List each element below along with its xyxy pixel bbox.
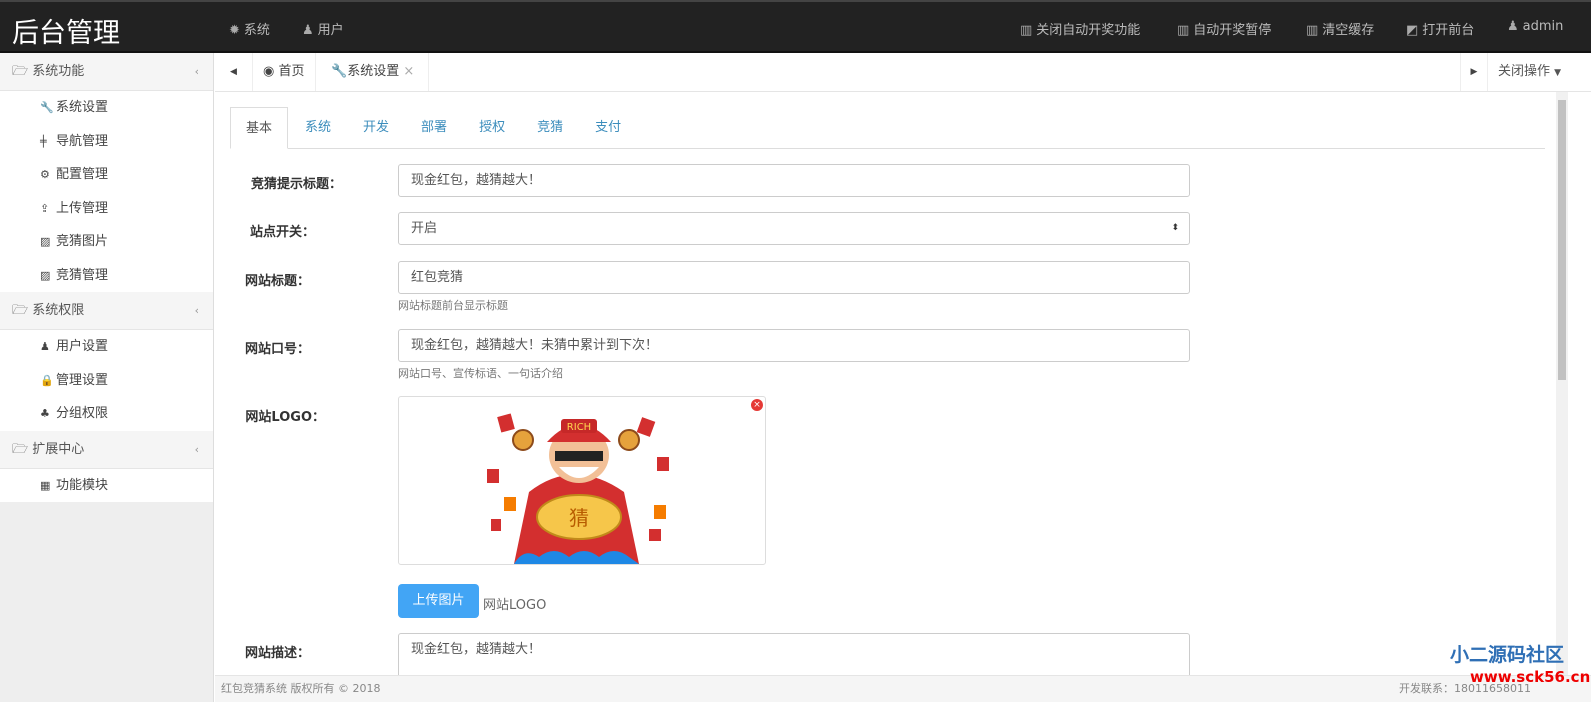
tab-auth[interactable]: 授权	[464, 107, 520, 149]
user-icon: ♟	[1507, 19, 1519, 34]
folder-icon: 🗁	[12, 441, 33, 457]
svg-text:猜: 猜	[569, 506, 589, 530]
sidebar-item-system-settings[interactable]: 🔧 系统设置	[0, 91, 213, 125]
scrollbar[interactable]	[1556, 92, 1568, 675]
tab-deploy[interactable]: 部署	[406, 107, 462, 149]
close-icon[interactable]: ×	[403, 64, 414, 79]
guess-title-label: 竞猜提示标题：	[250, 177, 342, 192]
tab-guess[interactable]: 竞猜	[522, 107, 578, 149]
site-title-help: 网站标题前台显示标题	[398, 299, 508, 312]
wrench-icon: 🔧	[331, 64, 348, 79]
scrollbar-thumb[interactable]	[1558, 100, 1566, 380]
pause-auto-draw-button[interactable]: ▥ 自动开奖暂停	[1177, 19, 1271, 38]
admin-menu[interactable]: ♟ admin	[1507, 19, 1563, 34]
chevron-left-icon: ‹	[194, 442, 199, 456]
sidebar-item-groups[interactable]: ♣ 分组权限	[0, 397, 213, 431]
tab-scroll-left[interactable]: ◀	[215, 53, 253, 91]
tab-scroll-right[interactable]: ▶	[1460, 53, 1488, 91]
select-arrows-icon: ⬍	[1171, 223, 1179, 233]
top-header: 后台管理 ✹ 系统 ♟ 用户 ▥ 关闭自动开奖功能 ▥ 自动开奖暂停 ▥ 清空缓存 ◩ 打开…	[0, 0, 1591, 53]
nav-system[interactable]: ✹ 系统	[229, 19, 270, 38]
guess-title-input[interactable]: 现金红包，越猜越大！	[398, 164, 1190, 197]
logo-preview: RICH 猜 ×	[398, 396, 766, 565]
slogan-input[interactable]: 现金红包，越猜越大！未猜中累计到下次！	[398, 329, 1190, 362]
chevron-left-icon: ‹	[194, 65, 199, 78]
trash-icon: ▥	[1306, 23, 1319, 38]
chevron-left-icon: ‹	[194, 304, 199, 317]
tab-basic[interactable]: 基本	[230, 107, 289, 149]
settings-panel: 基本 系统 开发 部署 授权 竞猜 支付 竞猜提示标题： 现金红包，越猜越大！ …	[215, 92, 1556, 675]
lock-icon: 🔒	[40, 373, 54, 387]
sidebar-item-nav[interactable]: ╪ 导航管理	[0, 124, 213, 158]
copyright: 红包竞猜系统 版权所有 © 2018	[221, 682, 381, 695]
sidebar-item-admins[interactable]: 🔒 管理设置	[0, 363, 213, 397]
external-link-icon: ◩	[1406, 23, 1419, 38]
sidebar-group-permissions[interactable]: 🗁 系统权限 ‹	[0, 292, 213, 330]
description-textarea[interactable]: 现金红包，越猜越大！	[398, 633, 1190, 675]
folder-icon: 🗁	[12, 64, 33, 79]
trash-icon: ▥	[1020, 23, 1033, 38]
nav-icon: ╪	[40, 134, 47, 148]
page-tabbar: ◀ ◉ 首页 🔧系统设置 × ▶ 关闭操作 ▼	[215, 53, 1591, 92]
tab-system-settings[interactable]: 🔧系统设置 ×	[321, 53, 429, 91]
tab-home[interactable]: ◉ 首页	[253, 53, 316, 91]
sidebar-item-modules[interactable]: ▦ 功能模块	[0, 468, 213, 502]
image-icon: ▨	[40, 268, 51, 282]
site-title-label: 网站标题：	[244, 274, 310, 289]
caret-down-icon: ▼	[1554, 68, 1562, 78]
sitemap-icon: ♣	[40, 407, 50, 420]
tab-dev[interactable]: 开发	[348, 107, 404, 149]
logo-hint: 网站LOGO	[483, 598, 547, 613]
sidebar-item-users[interactable]: ♟ 用户设置	[0, 330, 213, 364]
slogan-help: 网站口号、宣传标语、一句话介绍	[398, 367, 563, 380]
slogan-label: 网站口号：	[244, 342, 310, 357]
app-title: 后台管理	[12, 18, 120, 49]
close-operations-dropdown[interactable]: 关闭操作 ▼	[1488, 53, 1571, 91]
site-switch-label: 站点开关：	[249, 225, 315, 240]
open-frontend-button[interactable]: ◩ 打开前台	[1406, 19, 1474, 38]
clear-cache-button[interactable]: ▥ 清空缓存	[1306, 19, 1374, 38]
watermark-url: www.sck56.cn	[1470, 668, 1591, 686]
sidebar-item-guess-images[interactable]: ▨ 竞猜图片	[0, 225, 213, 259]
sidebar-group-extensions[interactable]: 🗁 扩展中心 ‹	[0, 430, 213, 469]
logo-image: RICH 猜	[487, 413, 669, 564]
settings-tabs: 基本 系统 开发 部署 授权 竞猜 支付	[230, 107, 1545, 149]
image-icon: ▨	[40, 235, 51, 248]
folder-icon: 🗁	[12, 303, 33, 318]
upload-image-button[interactable]: 上传图片	[398, 584, 479, 618]
tab-pay[interactable]: 支付	[580, 107, 636, 149]
description-label: 网站描述：	[244, 646, 310, 661]
sidebar-item-upload[interactable]: ⇪ 上传管理	[0, 191, 213, 225]
wrench-icon: 🔧	[40, 101, 54, 114]
site-switch-select[interactable]: 开启 ⬍	[398, 212, 1190, 245]
gear-icon: ✹	[229, 23, 240, 38]
upload-icon: ⇪	[40, 201, 50, 215]
sidebar: 🗁 系统功能 ‹ 🔧 系统设置 ╪ 导航管理 ⚙ 配置管理 ⇪ 上传管理 ▨ 竞猜图片 ▨ 竞…	[0, 53, 214, 702]
user-icon: ♟	[40, 340, 50, 353]
site-title-input[interactable]: 红包竞猜	[398, 261, 1190, 294]
trash-icon: ▥	[1177, 23, 1190, 38]
dashboard-icon: ◉	[263, 64, 279, 79]
sidebar-item-guess-manage[interactable]: ▨ 竞猜管理	[0, 258, 213, 292]
tab-system[interactable]: 系统	[290, 107, 346, 149]
nav-user[interactable]: ♟ 用户	[302, 19, 344, 38]
sidebar-item-config[interactable]: ⚙ 配置管理	[0, 158, 213, 192]
svg-text:RICH: RICH	[567, 422, 591, 433]
remove-image-icon[interactable]: ×	[751, 399, 763, 411]
close-auto-draw-button[interactable]: ▥ 关闭自动开奖功能	[1020, 19, 1140, 38]
grid-icon: ▦	[40, 478, 51, 492]
user-icon: ♟	[302, 23, 314, 38]
watermark-name: 小二源码社区	[1450, 644, 1565, 666]
logo-label: 网站LOGO：	[245, 410, 325, 425]
cogs-icon: ⚙	[40, 168, 50, 181]
sidebar-group-system[interactable]: 🗁 系统功能 ‹	[0, 53, 213, 91]
footer: 红包竞猜系统 版权所有 © 2018 开发联系：18011658011	[215, 675, 1591, 702]
